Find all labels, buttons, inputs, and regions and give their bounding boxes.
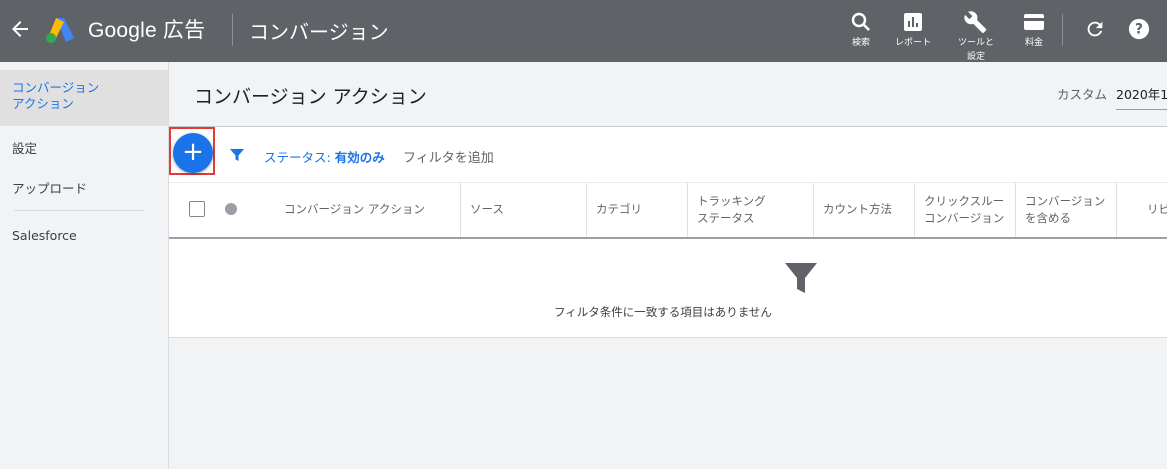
column-header-include-in-conversions[interactable]: コンバージョンを含める (1015, 183, 1116, 237)
sidebar-item-label: Salesforce (12, 228, 77, 243)
column-label: リピ (1147, 202, 1167, 216)
column-header-repeat[interactable]: リピ (1116, 183, 1167, 237)
help-icon[interactable]: ? (1128, 18, 1150, 40)
divider (232, 14, 233, 46)
reports-button[interactable]: レポート (883, 10, 943, 50)
wrench-icon (964, 11, 987, 34)
column-label: コンバージョン アクション (284, 202, 425, 216)
sidebar-item-uploads[interactable]: アップロード (0, 172, 168, 208)
search-icon (851, 12, 870, 31)
conversions-table-card: + ステータス: 有効のみ フィルタを追加 コンバージョン アクション ソース カ… (169, 127, 1167, 338)
reports-icon (904, 13, 922, 31)
column-header-count[interactable]: カウント方法 (813, 183, 914, 237)
column-label: コンバージョンを含める (1025, 194, 1106, 225)
column-label: トラッキング ステータス (697, 194, 766, 225)
top-bar: Google 広告 コンバージョン 検索 レポート ツールと設定 料金 ? (0, 0, 1167, 62)
sidebar-item-label: 設定 (12, 141, 38, 156)
sidebar-item-salesforce[interactable]: Salesforce (0, 222, 168, 258)
column-header-click-through[interactable]: クリックスルー コンバージョン (914, 183, 1015, 237)
sidebar-item-settings[interactable]: 設定 (0, 132, 168, 168)
brand-name: Google 広告 (88, 14, 205, 44)
search-label: 検索 (851, 38, 870, 48)
empty-state-message: フィルタ条件に一致する項目はありません (554, 305, 772, 319)
date-range-selector[interactable]: 2020年1 (1116, 84, 1167, 110)
billing-label: 料金 (1024, 38, 1043, 48)
page-header: コンバージョン アクション カスタム 2020年1 (169, 62, 1167, 127)
date-range-label: カスタム (1057, 87, 1108, 102)
column-header-conversion-action[interactable]: コンバージョン アクション (275, 183, 460, 237)
billing-button[interactable]: 料金 (1004, 10, 1064, 50)
status-dot-icon (225, 203, 237, 215)
tools-settings-button[interactable]: ツールと設定 (946, 10, 1006, 64)
status-filter-chip[interactable]: ステータス: 有効のみ (264, 147, 385, 166)
refresh-icon[interactable] (1084, 18, 1106, 40)
plus-icon: + (182, 137, 204, 167)
main-content: コンバージョン アクション カスタム 2020年1 + ステータス: 有効のみ フ… (169, 62, 1167, 469)
google-ads-logo[interactable] (44, 16, 76, 44)
column-header-category[interactable]: カテゴリ (586, 183, 687, 237)
column-label: クリックスルー コンバージョン (924, 194, 1005, 225)
sidebar: コンバージョン アクション 設定 アップロード Salesforce (0, 62, 169, 469)
sidebar-divider (14, 210, 144, 211)
brand-ads: 広告 (162, 19, 206, 42)
column-header-tracking-status[interactable]: トラッキング ステータス (687, 183, 777, 237)
sidebar-item-label: アップロード (12, 181, 88, 196)
tools-settings-label: ツールと設定 (958, 38, 995, 62)
empty-filter-icon (785, 263, 817, 293)
search-button[interactable]: 検索 (831, 10, 891, 50)
current-page-name: コンバージョン (249, 20, 389, 44)
add-filter-input[interactable]: フィルタを追加 (403, 147, 494, 166)
column-label: カウント方法 (823, 202, 892, 216)
add-conversion-button[interactable]: + (173, 133, 213, 173)
reports-label: レポート (894, 38, 931, 48)
status-filter-value: 有効のみ (334, 150, 385, 165)
page-title: コンバージョン アクション (194, 86, 427, 108)
svg-text:?: ? (1135, 22, 1143, 38)
sidebar-item-conversion-actions[interactable]: コンバージョン アクション (0, 70, 168, 126)
select-all-checkbox[interactable] (189, 201, 205, 217)
sidebar-item-label: コンバージョン アクション (12, 80, 100, 111)
divider (1062, 14, 1063, 46)
column-header-source[interactable]: ソース (460, 183, 586, 237)
billing-icon (1024, 14, 1044, 30)
column-label: ソース (470, 202, 504, 216)
brand-google: Google (88, 19, 157, 42)
filter-icon[interactable] (229, 147, 245, 163)
status-filter-key: ステータス: (264, 150, 331, 165)
back-arrow-icon[interactable] (8, 17, 32, 41)
column-label: カテゴリ (596, 202, 642, 216)
table-header: コンバージョン アクション ソース カテゴリ トラッキング ステータス カウント… (169, 182, 1167, 239)
